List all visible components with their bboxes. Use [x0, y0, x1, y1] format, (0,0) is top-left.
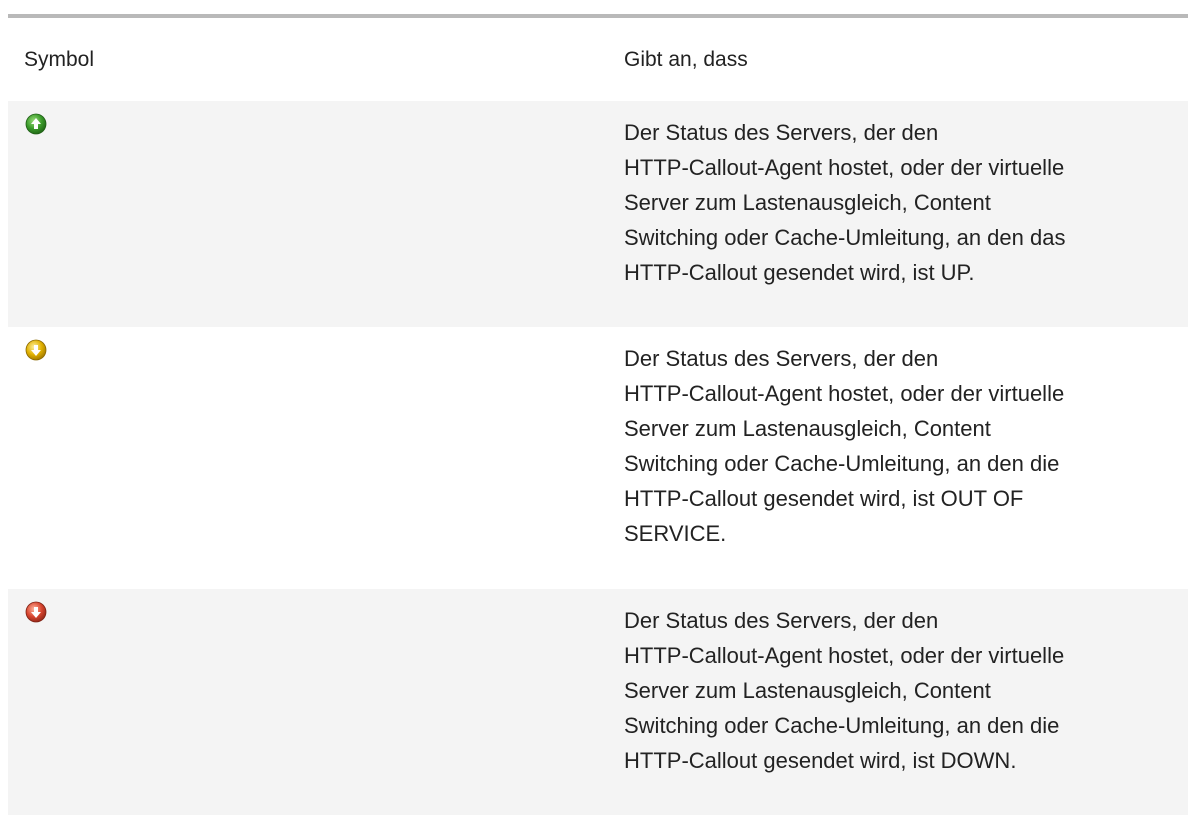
description-line: Switching oder Cache-Umleitung, an den d…	[624, 451, 1060, 476]
description-line: HTTP-Callout gesendet wird, ist OUT OF	[624, 486, 1024, 511]
description-line: HTTP-Callout-Agent hostet, oder der virt…	[624, 381, 1065, 406]
table-row: Der Status des Servers, der den HTTP-Cal…	[8, 589, 1188, 815]
table-header: Symbol Gibt an, dass	[8, 18, 1188, 101]
description-line: HTTP-Callout gesendet wird, ist UP.	[624, 260, 975, 285]
table-row: Der Status des Servers, der den HTTP-Cal…	[8, 327, 1188, 589]
description-line: HTTP-Callout-Agent hostet, oder der virt…	[624, 643, 1065, 668]
header-symbol: Symbol	[24, 47, 95, 71]
status-down-icon	[25, 601, 47, 623]
row-description: Der Status des Servers, der den HTTP-Cal…	[624, 589, 1188, 815]
description-line: Der Status des Servers, der den	[624, 120, 939, 145]
status-up-icon	[25, 113, 47, 135]
description-line: HTTP-Callout-Agent hostet, oder der virt…	[624, 155, 1065, 180]
description-line: Switching oder Cache-Umleitung, an den d…	[624, 225, 1066, 250]
row-description: Der Status des Servers, der den HTTP-Cal…	[624, 327, 1188, 589]
description-line: Der Status des Servers, der den	[624, 608, 939, 633]
description-line: HTTP-Callout gesendet wird, ist DOWN.	[624, 748, 1017, 773]
description-line: Switching oder Cache-Umleitung, an den d…	[624, 713, 1060, 738]
header-description: Gibt an, dass	[624, 47, 748, 71]
description-line: Server zum Lastenausgleich, Content	[624, 678, 991, 703]
row-description: Der Status des Servers, der den HTTP-Cal…	[624, 101, 1188, 327]
description-line: Der Status des Servers, der den	[624, 346, 939, 371]
description-line: Server zum Lastenausgleich, Content	[624, 416, 991, 441]
description-line: SERVICE.	[624, 521, 727, 546]
status-symbol-table: Symbol Gibt an, dass Der Status des Serv…	[8, 14, 1188, 815]
status-out-of-service-icon	[25, 339, 47, 361]
description-line: Server zum Lastenausgleich, Content	[624, 190, 991, 215]
table-row: Der Status des Servers, der den HTTP-Cal…	[8, 101, 1188, 327]
